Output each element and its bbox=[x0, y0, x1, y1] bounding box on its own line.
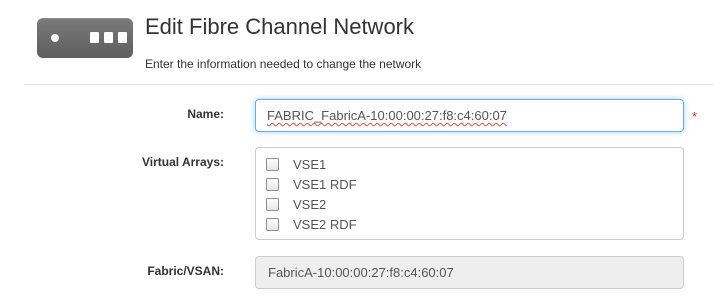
virtual-arrays-list[interactable]: VSE1 VSE1 RDF VSE2 VSE2 RDF bbox=[255, 147, 684, 240]
header-divider bbox=[24, 84, 714, 85]
checkbox[interactable] bbox=[266, 177, 279, 191]
virtual-array-item-vse1[interactable]: VSE1 bbox=[266, 154, 673, 174]
switch-port-icon bbox=[90, 32, 99, 43]
virtual-array-label: VSE1 RDF bbox=[293, 176, 357, 192]
fabric-vsan-value: FabricA-10:00:00:27:f8:c4:60:07 bbox=[268, 265, 454, 280]
fabric-vsan-label: Fabric/VSAN: bbox=[147, 264, 224, 278]
name-input-value: FABRIC_FabricA-10:00:00:27:f8:c4:60:07 bbox=[267, 108, 507, 123]
switch-port-icon bbox=[118, 32, 127, 43]
checkbox[interactable] bbox=[266, 217, 279, 231]
virtual-array-item-vse2[interactable]: VSE2 bbox=[266, 194, 673, 214]
switch-port-icon bbox=[104, 32, 113, 43]
checkbox[interactable] bbox=[266, 197, 279, 211]
page-title: Edit Fibre Channel Network bbox=[145, 14, 415, 39]
checkbox[interactable] bbox=[266, 157, 279, 171]
name-label: Name: bbox=[187, 107, 224, 121]
virtual-array-label: VSE2 bbox=[293, 196, 327, 212]
page-subtitle: Enter the information needed to change t… bbox=[145, 57, 422, 71]
switch-led-icon bbox=[51, 34, 59, 42]
required-marker: * bbox=[692, 109, 698, 124]
virtual-array-item-vse2-rdf[interactable]: VSE2 RDF bbox=[266, 214, 673, 234]
virtual-array-label: VSE1 bbox=[293, 156, 327, 172]
virtual-array-label: VSE2 RDF bbox=[293, 216, 357, 232]
fabric-vsan-field: FabricA-10:00:00:27:f8:c4:60:07 bbox=[255, 256, 684, 289]
fibre-channel-switch-icon bbox=[37, 18, 133, 58]
name-input[interactable]: FABRIC_FabricA-10:00:00:27:f8:c4:60:07 bbox=[255, 99, 684, 132]
virtual-array-item-vse1-rdf[interactable]: VSE1 RDF bbox=[266, 174, 673, 194]
virtual-arrays-label: Virtual Arrays: bbox=[141, 155, 224, 169]
